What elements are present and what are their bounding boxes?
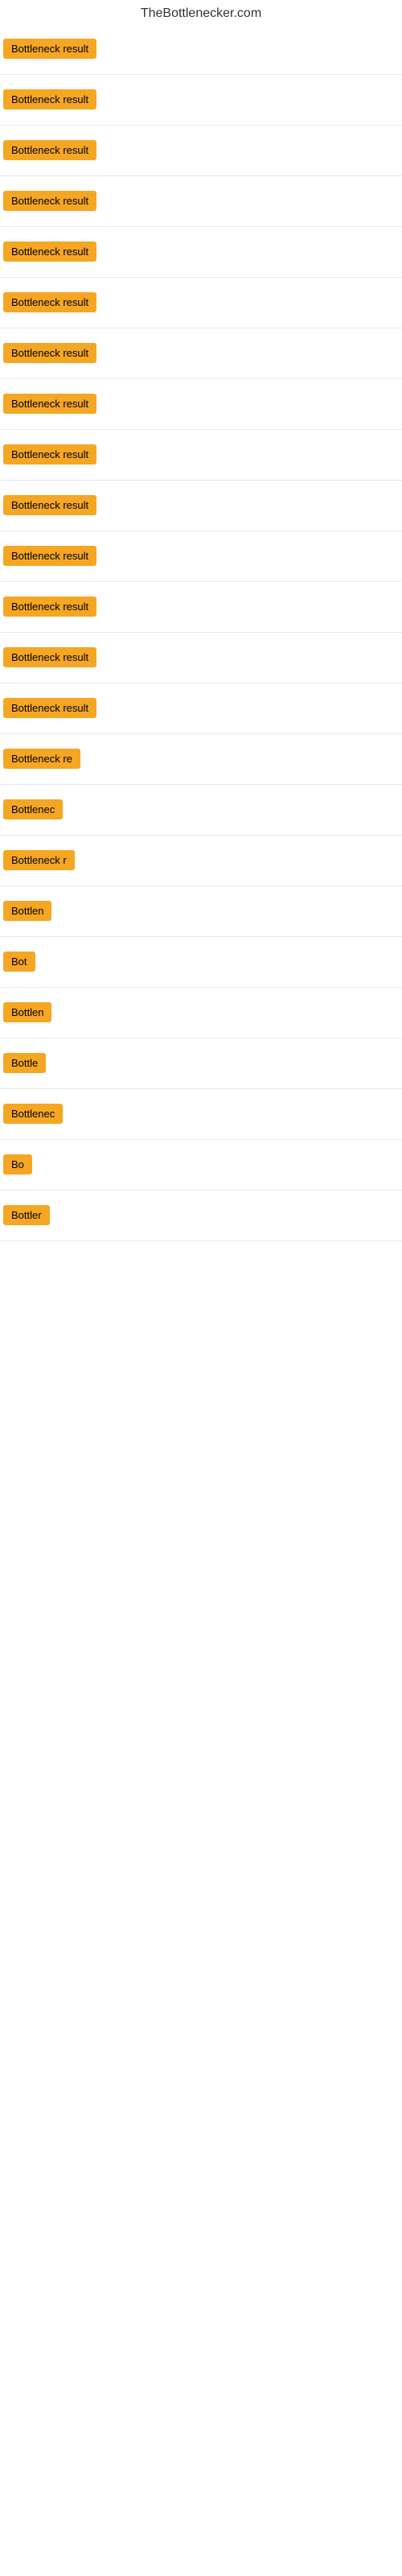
list-item: Bottlen [0, 886, 402, 937]
list-item: Bottleneck result [0, 683, 402, 734]
bottleneck-badge[interactable]: Bottleneck result [3, 546, 96, 566]
bottleneck-badge[interactable]: Bottler [3, 1205, 50, 1225]
bottleneck-badge[interactable]: Bottleneck result [3, 242, 96, 262]
bottleneck-badge[interactable]: Bottle [3, 1053, 46, 1073]
bottleneck-badge[interactable]: Bottleneck result [3, 191, 96, 211]
list-item: Bottleneck result [0, 278, 402, 328]
bottleneck-badge[interactable]: Bottleneck result [3, 343, 96, 363]
site-title: TheBottlenecker.com [0, 0, 402, 24]
bottleneck-badge[interactable]: Bottleneck result [3, 698, 96, 718]
list-item: Bottleneck result [0, 633, 402, 683]
bottleneck-badge[interactable]: Bottlenec [3, 799, 63, 819]
list-item: Bottleneck result [0, 582, 402, 633]
list-item: Bottleneck result [0, 379, 402, 430]
list-item: Bottleneck result [0, 227, 402, 278]
list-item: Bottleneck result [0, 24, 402, 75]
bottleneck-badge[interactable]: Bottleneck result [3, 444, 96, 464]
list-item: Bottlenec [0, 1089, 402, 1140]
bottleneck-badge[interactable]: Bottleneck result [3, 292, 96, 312]
list-item: Bottlenec [0, 785, 402, 836]
bottleneck-badge[interactable]: Bottleneck result [3, 140, 96, 160]
bottleneck-badge[interactable]: Bottlen [3, 901, 51, 921]
list-item: Bottleneck r [0, 836, 402, 886]
list-item: Bo [0, 1140, 402, 1191]
list-item: Bottleneck result [0, 531, 402, 582]
bottleneck-badge[interactable]: Bottleneck result [3, 495, 96, 515]
bottleneck-badge[interactable]: Bottleneck r [3, 850, 75, 870]
list-item: Bottler [0, 1191, 402, 1241]
bottleneck-badge[interactable]: Bottleneck result [3, 39, 96, 59]
bottleneck-badge[interactable]: Bottleneck result [3, 647, 96, 667]
list-item: Bottleneck re [0, 734, 402, 785]
bottleneck-badge[interactable]: Bottleneck re [3, 749, 80, 769]
list-item: Bottleneck result [0, 126, 402, 176]
bottleneck-badge[interactable]: Bottleneck result [3, 89, 96, 109]
list-item: Bottleneck result [0, 328, 402, 379]
bottleneck-badge[interactable]: Bottlenec [3, 1104, 63, 1124]
bottleneck-badge[interactable]: Bottleneck result [3, 394, 96, 414]
list-item: Bottleneck result [0, 430, 402, 481]
bottleneck-badge[interactable]: Bottleneck result [3, 597, 96, 617]
bottleneck-badge[interactable]: Bottlen [3, 1002, 51, 1022]
list-item: Bottleneck result [0, 176, 402, 227]
list-item: Bot [0, 937, 402, 988]
list-item: Bottlen [0, 988, 402, 1038]
bottleneck-badge[interactable]: Bo [3, 1154, 32, 1174]
list-item: Bottle [0, 1038, 402, 1089]
list-item: Bottleneck result [0, 75, 402, 126]
bottleneck-badge[interactable]: Bot [3, 952, 35, 972]
list-item: Bottleneck result [0, 481, 402, 531]
